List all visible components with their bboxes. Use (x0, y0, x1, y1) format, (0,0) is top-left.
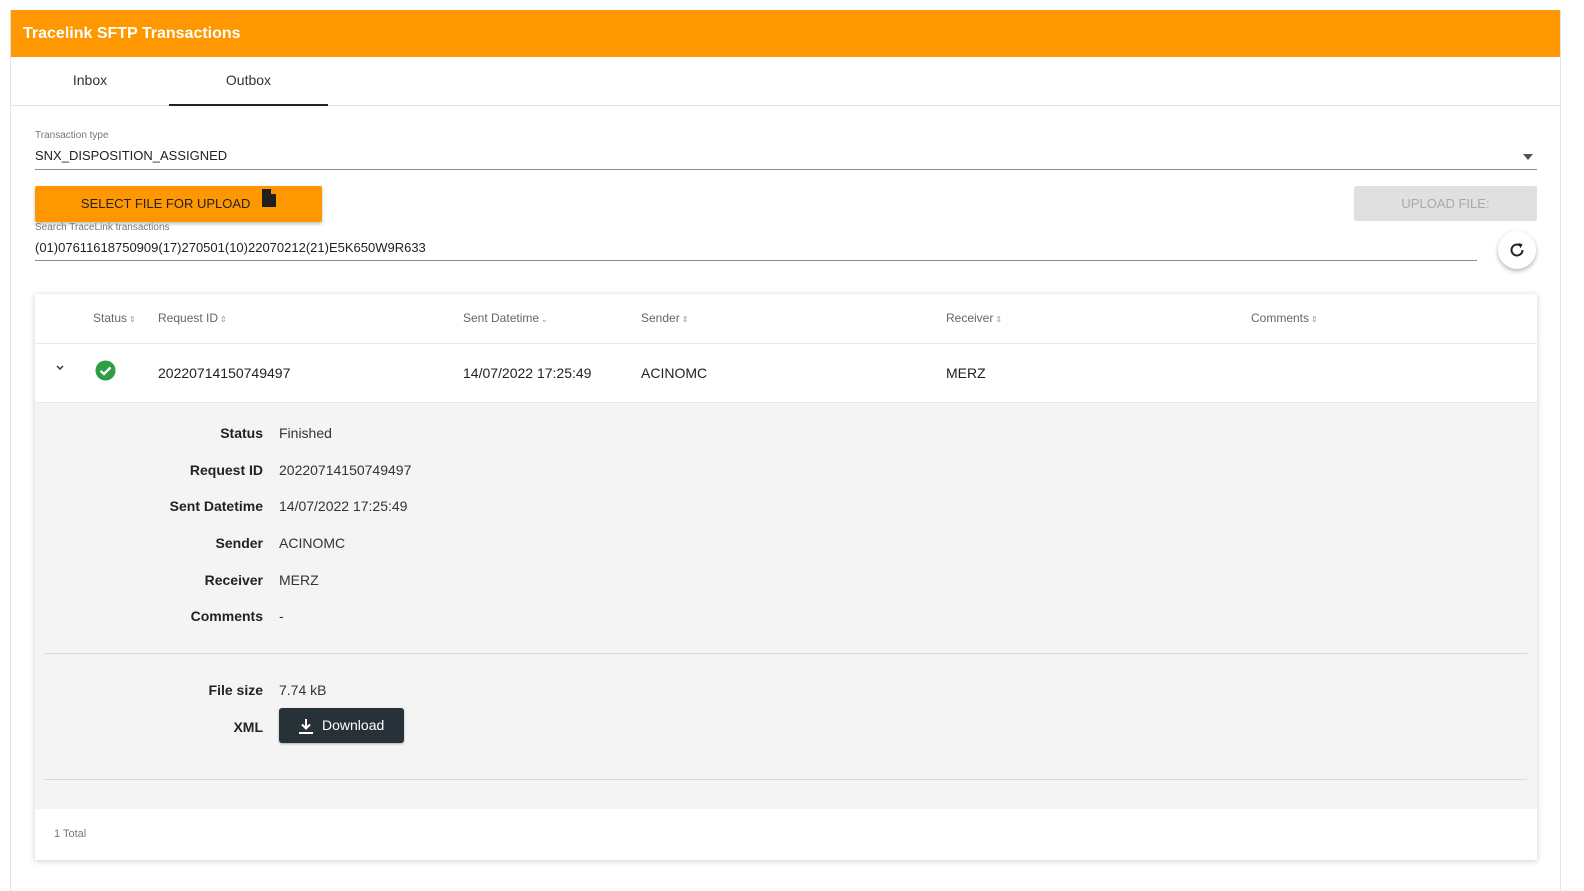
cell-request-id: 20220714150749497 (158, 365, 291, 381)
total-count: 1 Total (54, 828, 87, 840)
transaction-type-label: Transaction type (35, 130, 109, 141)
header-receiver[interactable]: Receiver ⇕ (946, 311, 1002, 325)
transaction-type-select[interactable]: SNX_DISPOSITION_ASSIGNED (35, 147, 1537, 170)
tab-outbox[interactable]: Outbox (169, 57, 328, 106)
refresh-icon (1510, 243, 1524, 257)
table-header: Status ⇕ Request ID ⇕ Sent Datetime ⌄ Sende… (35, 294, 1537, 344)
detail-sender-label: Sender (215, 535, 263, 551)
header-status[interactable]: Status ⇕ (93, 311, 136, 325)
header-sent-datetime[interactable]: Sent Datetime ⌄ (463, 311, 548, 325)
search-input[interactable]: (01)07611618750909(17)270501(10)22070212… (35, 240, 1477, 261)
download-icon (299, 719, 313, 734)
detail-xml-label: XML (233, 719, 263, 735)
cell-receiver: MERZ (946, 365, 986, 381)
detail-request-id-label: Request ID (189, 462, 263, 478)
upload-file-button[interactable]: UPLOAD FILE: (1354, 186, 1537, 221)
transactions-table: Status ⇕ Request ID ⇕ Sent Datetime ⌄ Sende… (35, 294, 1537, 860)
header-request-id[interactable]: Request ID ⇕ (158, 311, 227, 325)
divider (45, 779, 1527, 780)
detail-status-value: Finished (279, 425, 332, 441)
detail-request-id-value: 20220714150749497 (279, 462, 412, 478)
check-circle-icon (95, 360, 116, 381)
select-file-button[interactable]: SELECT FILE FOR UPLOAD (35, 186, 322, 222)
cell-sent-datetime: 14/07/2022 17:25:49 (463, 365, 592, 381)
app-title: Tracelink SFTP Transactions (11, 10, 1560, 57)
divider (45, 653, 1527, 654)
detail-status-label: Status (220, 425, 263, 441)
detail-filesize-value: 7.74 kB (279, 682, 327, 698)
detail-comments-label: Comments (190, 608, 263, 624)
header-comments[interactable]: Comments ⇕ (1251, 311, 1318, 325)
chevron-down-icon[interactable] (55, 364, 65, 372)
tab-inbox[interactable]: Inbox (11, 57, 169, 104)
detail-receiver-label: Receiver (204, 572, 263, 588)
transaction-type-value: SNX_DISPOSITION_ASSIGNED (35, 148, 228, 163)
refresh-button[interactable] (1498, 231, 1536, 269)
file-icon (262, 185, 277, 221)
detail-filesize-label: File size (208, 682, 263, 698)
search-label: Search TraceLink transactions (35, 222, 170, 233)
cell-sender: ACINOMC (641, 365, 708, 381)
dropdown-arrow-icon (1523, 154, 1533, 160)
main-panel: Tracelink SFTP Transactions Inbox Outbox… (10, 10, 1561, 891)
detail-receiver-value: MERZ (279, 572, 319, 588)
download-button[interactable]: Download (279, 708, 404, 743)
header-sender[interactable]: Sender ⇕ (641, 311, 688, 325)
row-details: Status Finished Request ID 2022071415074… (35, 403, 1537, 809)
tab-bar: Inbox Outbox (11, 57, 1560, 106)
select-file-label: SELECT FILE FOR UPLOAD (80, 196, 251, 211)
detail-sent-value: 14/07/2022 17:25:49 (279, 498, 408, 514)
detail-sent-label: Sent Datetime (169, 498, 263, 514)
table-row[interactable]: 20220714150749497 14/07/2022 17:25:49 AC… (35, 344, 1537, 403)
download-label: Download (322, 717, 385, 733)
detail-sender-value: ACINOMC (279, 535, 346, 551)
detail-comments-value: - (279, 608, 284, 624)
